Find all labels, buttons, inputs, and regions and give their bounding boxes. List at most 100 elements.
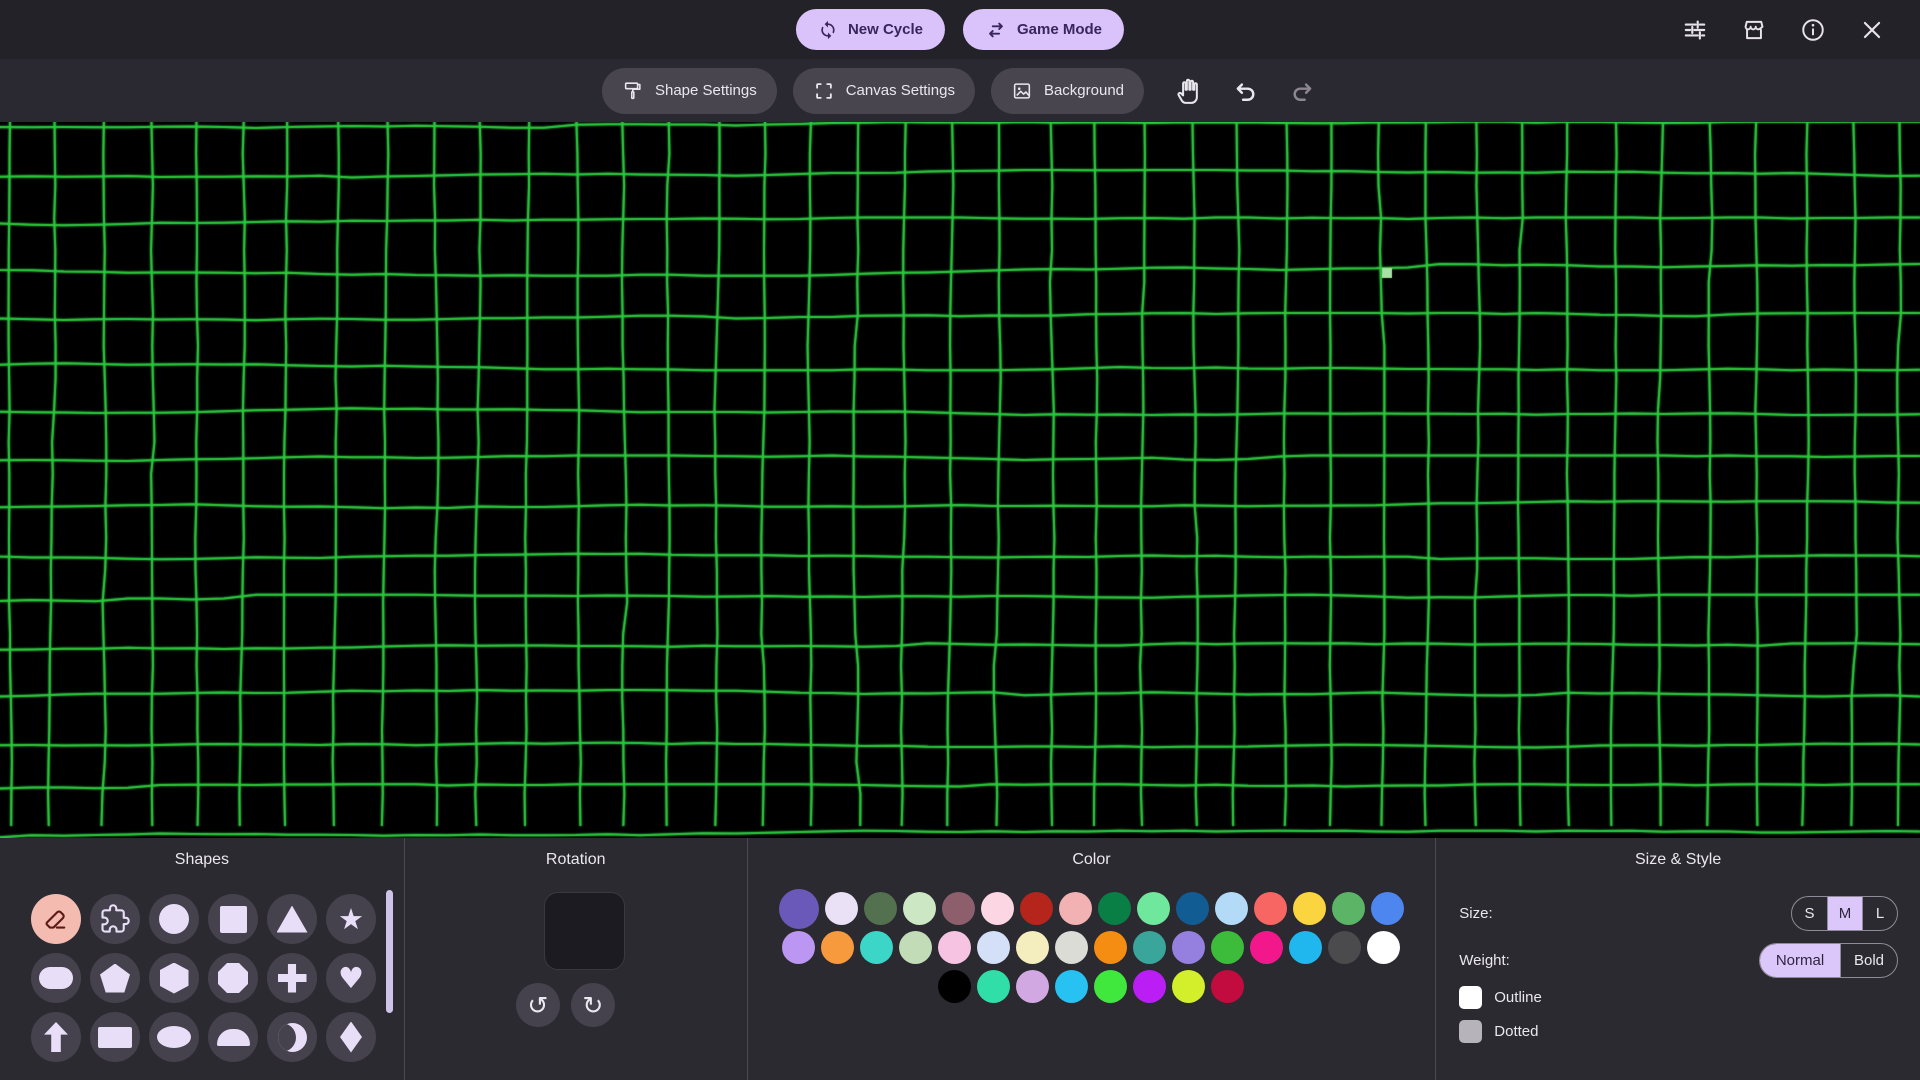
shape-circle-button[interactable] [149,894,199,944]
background-button[interactable]: Background [991,68,1144,114]
color-swatch-20b6ee[interactable] [1289,931,1322,964]
color-swatch-6a59b8[interactable] [779,889,819,929]
circle-icon [159,904,189,934]
color-swatch-3dbb3a[interactable] [1211,931,1244,964]
puzzle-icon [100,904,130,934]
color-swatch-f76663[interactable] [1254,892,1287,925]
shape-settings-label: Shape Settings [655,82,757,99]
color-swatch-40e83e[interactable] [1094,970,1127,1003]
close-icon[interactable] [1858,16,1886,44]
color-swatch-dcdcd6[interactable] [1055,931,1088,964]
crescent-icon [278,1023,307,1052]
rectangle-icon [98,1027,132,1048]
color-row-3 [938,970,1244,1003]
shape-crescent-button[interactable] [267,1012,317,1062]
color-swatch-d1a8e2[interactable] [1016,970,1049,1003]
color-swatch-rows [748,892,1436,1003]
shape-plus-button[interactable] [267,953,317,1003]
color-swatch-6fe89d[interactable] [1137,892,1170,925]
shape-semicircle-button[interactable] [208,1012,258,1062]
color-swatch-f2188c[interactable] [1250,931,1283,964]
color-swatch-8d5f6d[interactable] [942,892,975,925]
color-swatch-bb96f2[interactable] [782,931,815,964]
color-swatch-ba1ef5[interactable] [1133,970,1166,1003]
color-swatch-f6c4e2[interactable] [938,931,971,964]
color-swatch-4e86f0[interactable] [1371,892,1404,925]
shape-puzzle-button[interactable] [90,894,140,944]
color-swatch-c20b3e[interactable] [1211,970,1244,1003]
size-style-section: Size & Style Size: SML Weight: NormalBol… [1435,838,1920,1080]
color-swatch-53704f[interactable] [864,892,897,925]
shape-stadium-button[interactable] [31,953,81,1003]
color-swatch-d4e0f8[interactable] [977,931,1010,964]
dotted-checkbox[interactable] [1459,1020,1482,1043]
size-style-title: Size & Style [1436,851,1920,869]
tune-icon[interactable] [1681,16,1709,44]
game-mode-button[interactable]: Game Mode [963,9,1124,50]
storefront-icon[interactable] [1740,16,1768,44]
color-swatch-2fdfa7[interactable] [977,970,1010,1003]
shapes-scrollbar[interactable] [386,890,393,1013]
color-swatch-fcd7e3[interactable] [981,892,1014,925]
color-swatch-125c94[interactable] [1176,892,1209,925]
color-swatch-ffffff[interactable] [1367,931,1400,964]
color-swatch-b3dbf7[interactable] [1215,892,1248,925]
shape-heart-button[interactable]: ♥ [326,953,376,1003]
color-swatch-f2b1b2[interactable] [1059,892,1092,925]
square-icon [220,906,247,933]
color-swatch-27c2f2[interactable] [1055,970,1088,1003]
size-option-m[interactable]: M [1827,897,1862,930]
rotation-title: Rotation [405,851,747,869]
color-swatch-3cd6c8[interactable] [860,931,893,964]
rotation-section: Rotation ↺ ↻ [404,838,747,1080]
weight-option-normal[interactable]: Normal [1760,944,1840,977]
undo-icon[interactable] [1230,75,1262,107]
color-swatch-c2dcb8[interactable] [899,931,932,964]
new-cycle-button[interactable]: New Cycle [796,9,945,50]
color-swatch-4b4a4c[interactable] [1328,931,1361,964]
color-swatch-f4eebe[interactable] [1016,931,1049,964]
shape-diamond-button[interactable] [326,1012,376,1062]
rotate-left-button[interactable]: ↺ [516,983,560,1027]
rotate-right-button[interactable]: ↻ [571,983,615,1027]
weight-option-bold[interactable]: Bold [1840,944,1897,977]
canvas-area [0,122,1920,838]
color-swatch-3aa69b[interactable] [1133,931,1166,964]
pan-hand-icon[interactable] [1174,75,1206,107]
color-row-1 [779,892,1404,925]
size-option-s[interactable]: S [1792,897,1827,930]
pentagon-icon [100,964,130,993]
shape-hexagon-button[interactable] [149,953,199,1003]
shape-octagon-button[interactable] [208,953,258,1003]
heart-icon: ♥ [338,964,364,993]
redo-icon[interactable] [1286,75,1318,107]
color-swatch-f79a3e[interactable] [821,931,854,964]
shape-square-button[interactable] [208,894,258,944]
shape-eraser-button[interactable] [31,894,81,944]
shape-rectangle-button[interactable] [90,1012,140,1062]
color-swatch-f68d13[interactable] [1094,931,1127,964]
drawing-canvas[interactable] [0,122,1920,838]
triangle-icon [277,906,308,933]
shape-arrow-up-button[interactable] [31,1012,81,1062]
color-swatch-5cb566[interactable] [1332,892,1365,925]
outline-checkbox[interactable] [1459,986,1482,1009]
color-swatch-b5251c[interactable] [1020,892,1053,925]
color-swatch-9580e0[interactable] [1172,931,1205,964]
color-swatch-000000[interactable] [938,970,971,1003]
color-swatch-fbd540[interactable] [1293,892,1326,925]
color-swatch-d3ef2c[interactable] [1172,970,1205,1003]
shape-pentagon-button[interactable] [90,953,140,1003]
size-option-l[interactable]: L [1862,897,1897,930]
color-swatch-097e45[interactable] [1098,892,1131,925]
canvas-settings-button[interactable]: Canvas Settings [793,68,975,114]
shape-star-button[interactable]: ★ [326,894,376,944]
color-swatch-ebe1f7[interactable] [825,892,858,925]
star-icon: ★ [338,905,364,934]
info-icon[interactable] [1799,16,1827,44]
shape-triangle-button[interactable] [267,894,317,944]
color-swatch-cbe7c4[interactable] [903,892,936,925]
shape-ellipse-button[interactable] [149,1012,199,1062]
shape-settings-button[interactable]: Shape Settings [602,68,777,114]
rotate-right-icon: ↻ [582,991,603,1020]
